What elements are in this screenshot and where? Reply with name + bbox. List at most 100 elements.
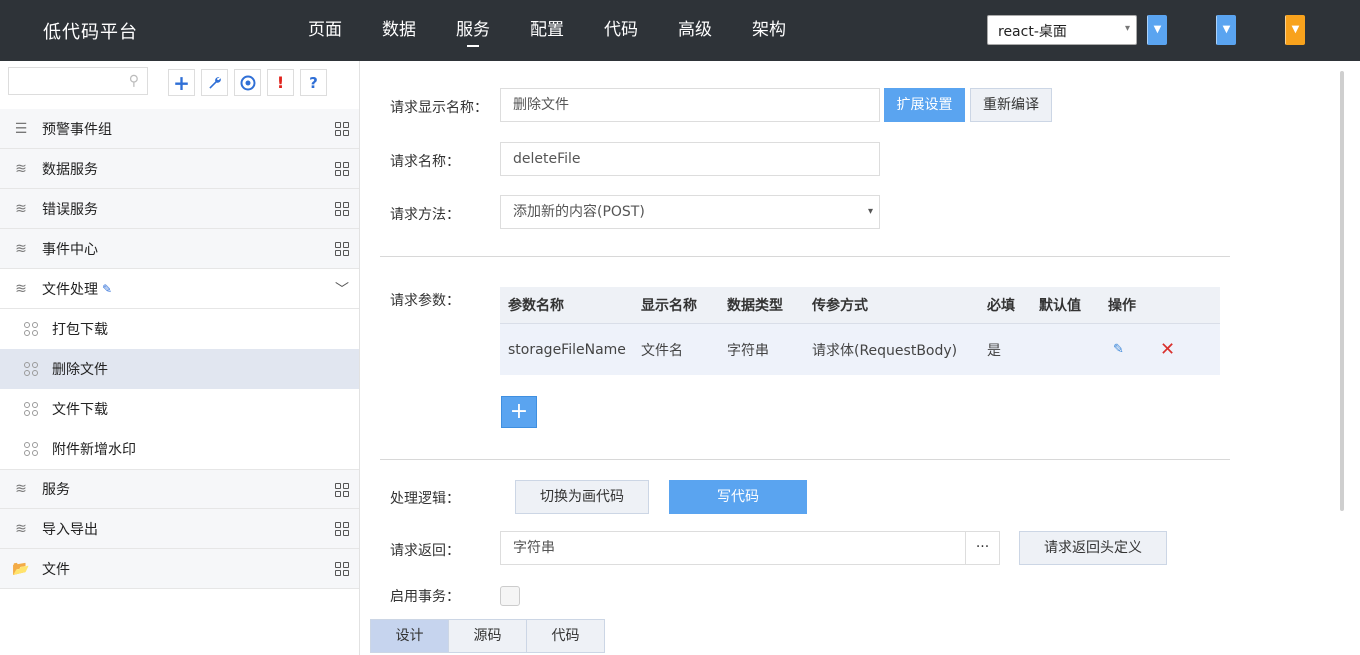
column-header: 默认值 bbox=[1039, 298, 1081, 314]
settings-tool-button[interactable] bbox=[201, 69, 228, 96]
service-node-icon bbox=[24, 362, 38, 376]
request-params-label: 请求参数： bbox=[390, 293, 460, 309]
edit-icon[interactable]: ✎ bbox=[1113, 342, 1124, 357]
publish-button-group: 发布 ▼ bbox=[1285, 15, 1305, 45]
sidebar-group-file[interactable]: 📂 文件 bbox=[0, 549, 359, 589]
tab-code[interactable]: 代码 bbox=[526, 619, 605, 653]
grid-icon[interactable] bbox=[335, 122, 349, 136]
warning-tool-button[interactable]: ! bbox=[267, 69, 294, 96]
response-type-input[interactable]: 字符串 bbox=[500, 531, 966, 565]
sidebar-group-alert-events[interactable]: ☰ 预警事件组 bbox=[0, 109, 359, 149]
sidebar-group-label: 事件中心 bbox=[42, 241, 98, 258]
display-name-label: 请求显示名称： bbox=[390, 100, 488, 116]
sidebar-item-label: 删除文件 bbox=[52, 362, 108, 378]
target-tool-button[interactable] bbox=[234, 69, 261, 96]
sidebar-item-pack-download[interactable]: 打包下载 bbox=[0, 309, 359, 349]
view-tabs: 设计 源码 代码 bbox=[370, 619, 605, 653]
recompile-button[interactable]: 重新编译 bbox=[970, 88, 1052, 122]
sidebar-group-service[interactable]: ≋ 服务 bbox=[0, 469, 359, 509]
nav-item-page[interactable]: 页面 bbox=[308, 0, 342, 61]
nav-item-code[interactable]: 代码 bbox=[604, 0, 638, 61]
nav-item-data[interactable]: 数据 bbox=[382, 0, 416, 61]
response-more-button[interactable]: ··· bbox=[965, 531, 1000, 565]
nav-item-architecture[interactable]: 架构 bbox=[752, 0, 786, 61]
preview-button-group: 预览 ▼ bbox=[1216, 15, 1236, 45]
sidebar-item-add-watermark[interactable]: 附件新增水印 bbox=[0, 429, 359, 469]
sidebar-group-data-service[interactable]: ≋ 数据服务 bbox=[0, 149, 359, 189]
request-method-label: 请求方法： bbox=[390, 207, 460, 223]
sidebar-item-delete-file[interactable]: 删除文件 bbox=[0, 349, 359, 389]
question-icon: ? bbox=[309, 73, 318, 92]
exclamation-icon: ! bbox=[276, 73, 285, 92]
pencil-icon[interactable]: ✎ bbox=[102, 282, 112, 296]
sidebar-group-file-processing[interactable]: ≋ 文件处理 ✎ ﹀ bbox=[0, 269, 359, 309]
search-icon: ⚲ bbox=[128, 73, 139, 89]
sidebar-search-input[interactable]: ⚲ bbox=[8, 67, 148, 95]
divider bbox=[380, 459, 1230, 460]
tab-design[interactable]: 设计 bbox=[370, 619, 449, 653]
column-header: 操作 bbox=[1108, 298, 1136, 314]
display-name-input[interactable]: 删除文件 bbox=[500, 88, 880, 122]
divider bbox=[380, 256, 1230, 257]
layers-icon: ≋ bbox=[15, 280, 27, 297]
nav-item-service[interactable]: 服务 bbox=[456, 0, 490, 61]
help-tool-button[interactable]: ? bbox=[300, 69, 327, 96]
environment-select[interactable]: react-桌面 ▾ bbox=[987, 15, 1137, 45]
sidebar-item-file-download[interactable]: 文件下载 bbox=[0, 389, 359, 429]
preview-dropdown-caret-icon[interactable]: ▼ bbox=[1216, 15, 1236, 45]
main-nav: 页面 数据 服务 配置 代码 高级 架构 bbox=[308, 0, 826, 61]
nav-item-config[interactable]: 配置 bbox=[530, 0, 564, 61]
transaction-label: 启用事务： bbox=[390, 589, 460, 605]
target-icon bbox=[240, 75, 255, 90]
wrench-icon bbox=[209, 77, 221, 89]
sidebar-group-import-export[interactable]: ≋ 导入导出 bbox=[0, 509, 359, 549]
chevron-down-icon[interactable]: ﹀ bbox=[335, 279, 349, 299]
request-name-label: 请求名称： bbox=[390, 154, 460, 170]
publish-dropdown-caret-icon[interactable]: ▼ bbox=[1285, 15, 1305, 45]
sidebar-item-label: 打包下载 bbox=[52, 322, 108, 338]
save-dropdown-caret-icon[interactable]: ▼ bbox=[1147, 15, 1167, 45]
grid-icon[interactable] bbox=[335, 162, 349, 176]
grid-icon[interactable] bbox=[335, 562, 349, 576]
extend-settings-button[interactable]: 扩展设置 bbox=[884, 88, 965, 122]
environment-select-value: react-桌面 bbox=[998, 24, 1067, 40]
grid-icon[interactable] bbox=[335, 202, 349, 216]
service-editor: 请求显示名称： 删除文件 扩展设置 重新编译 请求名称： deleteFile … bbox=[360, 61, 1360, 655]
service-node-icon bbox=[24, 402, 38, 416]
column-header: 数据类型 bbox=[727, 298, 783, 314]
response-header-button[interactable]: 请求返回头定义 bbox=[1019, 531, 1167, 565]
nav-item-advanced[interactable]: 高级 bbox=[678, 0, 712, 61]
chevron-down-icon: ▾ bbox=[1124, 23, 1130, 34]
add-param-button[interactable]: + bbox=[501, 396, 537, 428]
sidebar-group-label: 导入导出 bbox=[42, 521, 98, 538]
delete-icon[interactable]: ✕ bbox=[1160, 339, 1175, 360]
param-required-cell: 是 bbox=[987, 342, 1001, 359]
request-method-select[interactable]: 添加新的内容(POST) ▾ bbox=[500, 195, 880, 229]
param-method-cell: 请求体(RequestBody) bbox=[812, 342, 958, 359]
request-name-input[interactable]: deleteFile bbox=[500, 142, 880, 176]
sidebar-group-error-service[interactable]: ≋ 错误服务 bbox=[0, 189, 359, 229]
add-button[interactable]: + bbox=[168, 69, 195, 96]
grid-icon[interactable] bbox=[335, 483, 349, 497]
scrollbar[interactable] bbox=[1340, 71, 1344, 511]
switch-to-visual-code-button[interactable]: 切换为画代码 bbox=[515, 480, 649, 514]
plus-icon: + bbox=[509, 399, 529, 424]
request-method-value: 添加新的内容(POST) bbox=[513, 204, 645, 220]
sidebar-group-event-center[interactable]: ≋ 事件中心 bbox=[0, 229, 359, 269]
column-header: 传参方式 bbox=[812, 298, 868, 314]
params-table: 参数名称 显示名称 数据类型 传参方式 必填 默认值 操作 storageFil… bbox=[500, 287, 1220, 375]
write-code-button[interactable]: 写代码 bbox=[669, 480, 807, 514]
sidebar-item-label: 附件新增水印 bbox=[52, 442, 136, 458]
grid-icon[interactable] bbox=[335, 242, 349, 256]
layers-icon: ≋ bbox=[15, 520, 27, 537]
param-type-cell: 字符串 bbox=[727, 342, 769, 359]
tab-source[interactable]: 源码 bbox=[448, 619, 527, 653]
grid-icon[interactable] bbox=[335, 522, 349, 536]
param-name-cell: storageFileName bbox=[508, 341, 626, 358]
save-button-group: 保存 ▼ bbox=[1147, 15, 1167, 45]
sidebar-group-label: 数据服务 bbox=[42, 161, 98, 178]
transaction-checkbox[interactable] bbox=[500, 586, 520, 606]
layers-icon: ≋ bbox=[15, 200, 27, 217]
response-label: 请求返回： bbox=[390, 543, 460, 559]
sidebar-group-label: 文件处理 bbox=[42, 281, 98, 298]
